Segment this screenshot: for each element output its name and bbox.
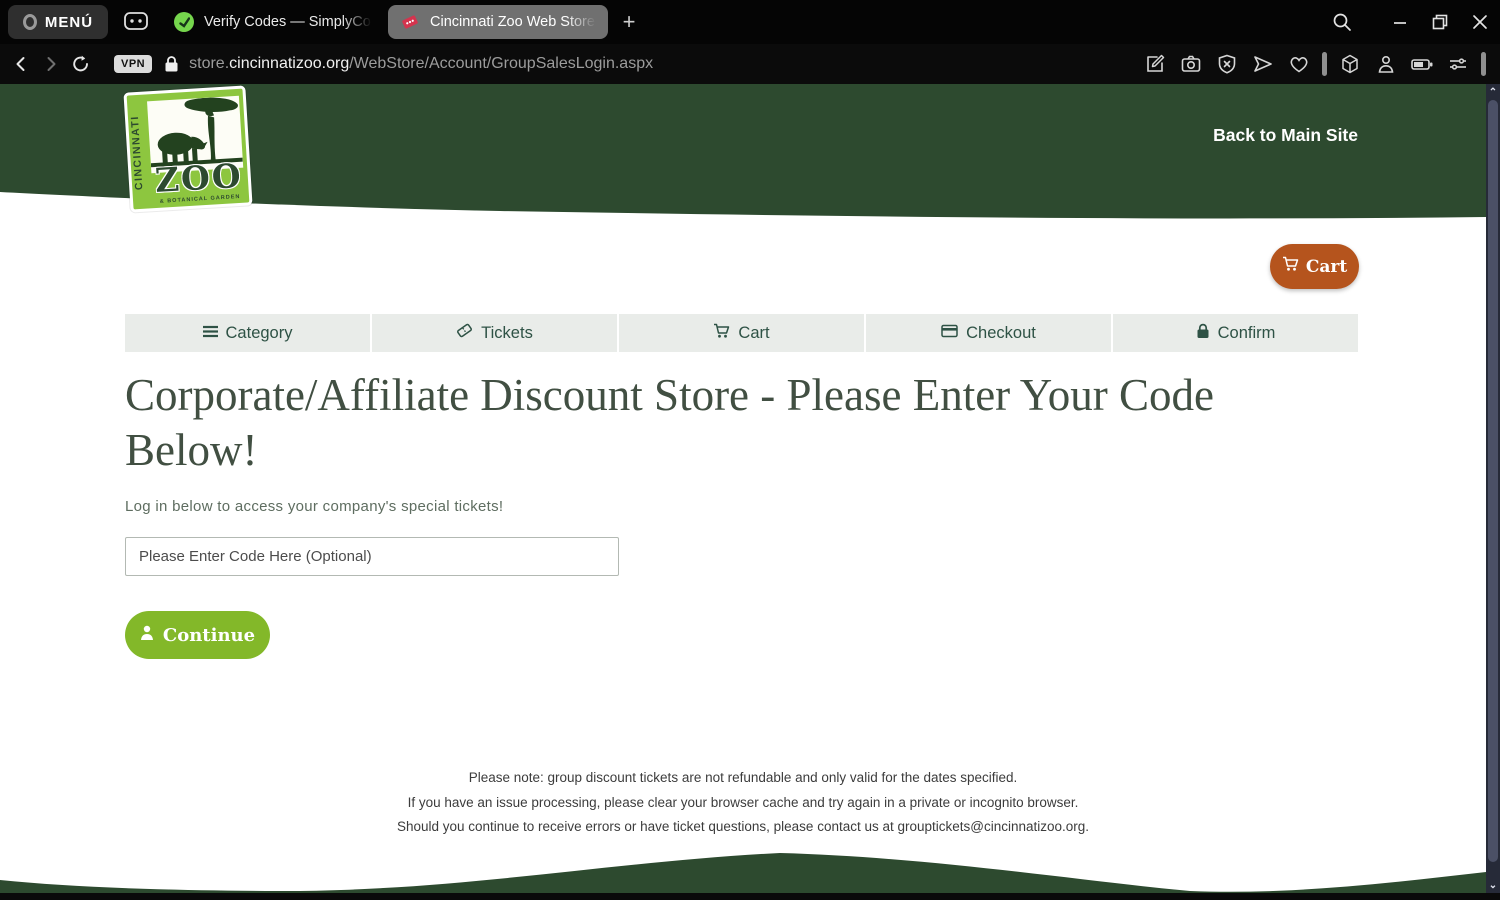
browser-menu-button[interactable]: MENÚ — [8, 5, 108, 39]
code-input[interactable] — [125, 537, 619, 576]
scrollbar-thumb[interactable] — [1488, 100, 1498, 862]
maximize-button[interactable] — [1420, 0, 1460, 44]
url-text[interactable]: store.cincinnatizoo.org/WebStore/Account… — [189, 55, 653, 73]
forward-icon[interactable] — [36, 49, 66, 79]
person-icon — [140, 625, 154, 646]
cart-step-icon — [713, 323, 730, 344]
cart-button-label: Cart — [1305, 256, 1348, 277]
reload-icon[interactable] — [66, 49, 96, 79]
tab-workspaces-icon[interactable] — [124, 12, 148, 35]
back-icon[interactable] — [6, 49, 36, 79]
continue-button-label: Continue — [162, 624, 256, 646]
note-line: If you have an issue processing, please … — [407, 794, 1079, 810]
bookmark-heart-icon[interactable] — [1286, 51, 1312, 77]
note-line: Please note: group discount tickets are … — [468, 770, 1018, 785]
store-step-nav: Category Tickets Cart Checkout Confirm — [125, 314, 1358, 352]
nav-cart[interactable]: Cart — [619, 314, 864, 352]
zoo-logo-zoo-text: ZOO — [153, 155, 244, 201]
menu-button-label: MENÚ — [44, 13, 94, 31]
battery-saver-icon[interactable] — [1409, 51, 1435, 77]
scroll-up-icon[interactable]: ⌃ — [1486, 85, 1500, 99]
nav-checkout[interactable]: Checkout — [866, 314, 1111, 352]
window-bottom-edge — [0, 893, 1500, 900]
tab-cincinnati-zoo[interactable]: Cincinnati Zoo Web Store — [388, 5, 608, 39]
opera-logo-icon — [22, 14, 37, 30]
page-subheading: Log in below to access your company's sp… — [125, 498, 504, 515]
browser-address-bar: VPN store.cincinnatizoo.org/WebStore/Acc… — [0, 44, 1500, 84]
my-flow-icon[interactable] — [1250, 51, 1276, 77]
note-line: Should you continue to receive errors or… — [396, 819, 1090, 834]
continue-button[interactable]: Continue — [125, 611, 270, 659]
category-menu-icon — [202, 324, 218, 343]
page-viewport: Back to Main Site CINCINNATI ZOO & BOTAN… — [0, 84, 1486, 893]
nav-label: Tickets — [481, 323, 533, 342]
page-title: Corporate/Affiliate Discount Store - Ple… — [125, 370, 1214, 475]
footer-notes: Please note: group discount tickets are … — [0, 766, 1486, 840]
camera-snapshot-icon[interactable] — [1178, 51, 1204, 77]
lock-icon[interactable] — [164, 55, 179, 73]
ticket-icon — [456, 322, 473, 344]
minimize-button[interactable] — [1380, 0, 1420, 44]
page-scrollbar[interactable]: ⌃ ⌄ — [1486, 84, 1500, 893]
cart-icon — [1282, 256, 1299, 277]
credit-card-icon — [941, 324, 958, 343]
cart-button[interactable]: Cart — [1270, 244, 1359, 289]
confirm-lock-icon — [1196, 323, 1210, 344]
scroll-down-icon[interactable]: ⌄ — [1486, 878, 1500, 892]
url-host-prefix: store. — [189, 55, 230, 72]
nav-label: Checkout — [966, 323, 1036, 342]
nav-label: Cart — [738, 323, 770, 342]
panel-toggle-handle[interactable] — [1481, 52, 1486, 76]
tab-label: Cincinnati Zoo Web Store — [430, 14, 595, 30]
browser-tab-bar: MENÚ Verify Codes — SimplyCo Cincinnati … — [0, 0, 1500, 44]
search-icon[interactable] — [1322, 0, 1362, 44]
url-domain: cincinnatizoo.org — [229, 55, 350, 72]
profile-icon[interactable] — [1373, 51, 1399, 77]
zoo-logo[interactable]: CINCINNATI ZOO & BOTANICAL GARDEN — [123, 85, 253, 213]
nav-tickets[interactable]: Tickets — [372, 314, 617, 352]
url-path: /WebStore/Account/GroupSalesLogin.aspx — [349, 55, 654, 72]
nav-label: Confirm — [1217, 323, 1276, 342]
vpn-badge[interactable]: VPN — [114, 55, 153, 73]
new-tab-button[interactable]: + — [616, 8, 642, 36]
adblock-shield-icon[interactable] — [1214, 51, 1240, 77]
close-button[interactable] — [1460, 0, 1500, 44]
zoo-store-favicon-icon — [400, 12, 420, 32]
extensions-cube-icon[interactable] — [1337, 51, 1363, 77]
pinboard-icon[interactable] — [1142, 51, 1168, 77]
tab-label: Verify Codes — SimplyCo — [204, 14, 371, 30]
footer-wave — [0, 853, 1486, 893]
nav-confirm[interactable]: Confirm — [1113, 314, 1358, 352]
sidebar-divider-handle[interactable] — [1322, 52, 1327, 76]
zoo-logo-cincinnati-text: CINCINNATI — [128, 115, 146, 191]
back-to-main-site-link[interactable]: Back to Main Site — [1213, 125, 1358, 146]
nav-label: Category — [225, 323, 293, 342]
browser-window: MENÚ Verify Codes — SimplyCo Cincinnati … — [0, 0, 1500, 900]
simplycodes-favicon-icon — [174, 12, 194, 32]
tab-verify-codes[interactable]: Verify Codes — SimplyCo — [162, 5, 384, 39]
nav-category[interactable]: Category — [125, 314, 370, 352]
settings-sliders-icon[interactable] — [1445, 51, 1471, 77]
